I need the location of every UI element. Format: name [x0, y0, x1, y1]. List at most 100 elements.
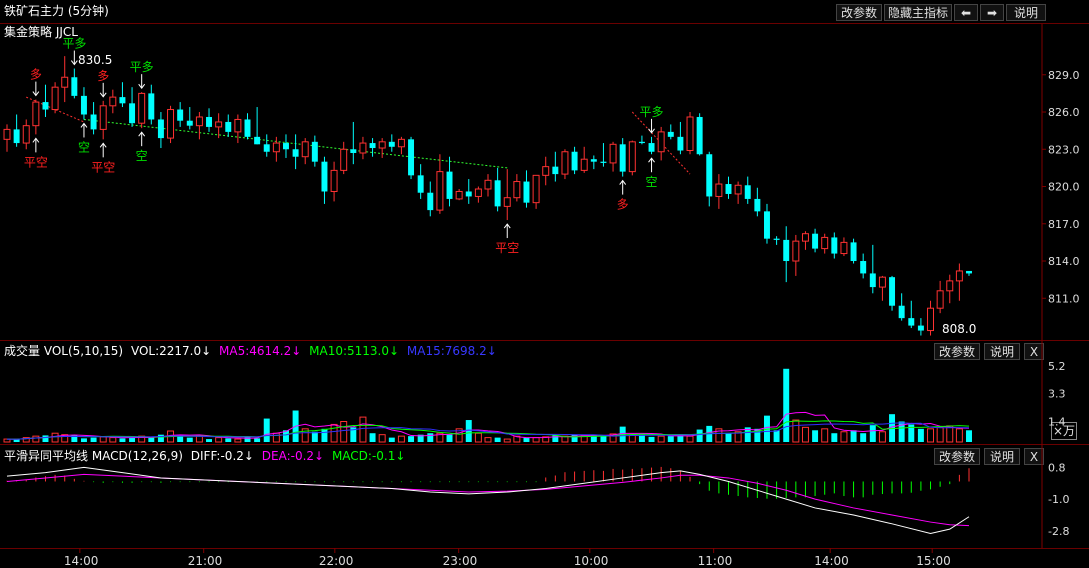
candle-body-down — [763, 211, 770, 239]
candle-body-up — [359, 142, 367, 154]
candle-body-down — [860, 261, 867, 274]
candle-body-up — [609, 143, 617, 164]
candle-body-down — [889, 277, 896, 306]
candle-body-down — [706, 154, 713, 197]
volume-bar-down — [523, 437, 530, 442]
volume-bar-down — [244, 436, 251, 442]
volume-bar-down — [119, 438, 126, 442]
volume-bar-up — [195, 435, 203, 443]
candle-body-down — [157, 119, 164, 139]
volume-bar-down — [80, 438, 87, 442]
candle-body-down — [898, 305, 905, 319]
time-label: 23:00 — [443, 554, 478, 568]
candle-body-down — [244, 119, 251, 137]
time-label: 14:00 — [814, 554, 849, 568]
candle-body-down — [754, 198, 761, 212]
volume-bar-up — [397, 435, 405, 443]
candle-body-up — [234, 118, 242, 133]
time-label: 11:00 — [698, 554, 733, 568]
candle-body-down — [263, 144, 270, 152]
candle-body-down — [254, 136, 261, 145]
candle-body-down — [119, 97, 126, 104]
time-label: 14:00 — [64, 554, 99, 568]
volume-bar-down — [148, 437, 155, 442]
candle-body-down — [13, 129, 20, 144]
candle-body-up — [927, 307, 935, 332]
volume-bar-down — [600, 436, 607, 442]
candle-body-up — [455, 190, 463, 200]
candle-body-up — [436, 171, 444, 211]
candle-body-down — [638, 141, 645, 144]
candle-body-up — [542, 166, 550, 176]
volume-bar-up — [686, 435, 694, 443]
candle-body-down — [446, 171, 453, 199]
candle-body-down — [417, 175, 424, 193]
volume-tick-label: 5.2 — [1048, 360, 1066, 373]
volume-bar-down — [966, 430, 972, 442]
volume-bar-down — [648, 436, 655, 442]
candle-body-up — [22, 125, 30, 144]
candle-body-down — [677, 136, 684, 151]
volume-bar-down — [783, 368, 790, 442]
volume-bar-up — [657, 435, 665, 443]
volume-bar-down — [186, 437, 193, 442]
candle-body-down — [494, 180, 501, 207]
macd-tick-label: -2.8 — [1048, 525, 1069, 538]
candle-body-up — [628, 141, 636, 173]
volume-bar-down — [860, 433, 867, 442]
candle-body-down — [80, 95, 87, 115]
volume-tick-label: 1.4 — [1048, 416, 1066, 429]
volume-bar-up — [99, 436, 107, 443]
candle-body-up — [330, 169, 338, 192]
candle-body-up — [3, 128, 11, 140]
candle-body-down — [206, 116, 213, 127]
signal-label: 空 — [78, 140, 90, 154]
volume-bar-up — [628, 434, 636, 443]
candle-body-up — [484, 179, 492, 190]
volume-bar-up — [878, 431, 886, 443]
candlestick-chart[interactable]: 829.0 826.0 823.0 820.0 817.0 814.0 811.0 5.2 3.… — [0, 0, 1089, 568]
price-tick-label: 814.0 — [1048, 255, 1080, 268]
candle-body-down — [408, 139, 415, 176]
price-tick-label: 823.0 — [1048, 143, 1080, 156]
candle-body-down — [571, 151, 578, 171]
candle-body-up — [378, 141, 386, 149]
candle-body-up — [215, 121, 223, 128]
candle-body-up — [580, 158, 588, 171]
volume-bar-down — [917, 428, 924, 442]
volume-bar-down — [369, 433, 376, 442]
candle-body-down — [225, 121, 232, 132]
high-price-label: 830.5 — [78, 53, 113, 67]
volume-bar-up — [484, 437, 492, 443]
candle-body-up — [397, 138, 405, 148]
volume-bar-up — [927, 428, 935, 443]
candle-body-down — [966, 270, 972, 274]
time-label: 10:00 — [574, 554, 609, 568]
volume-bar-up — [109, 437, 117, 443]
volume-bar-up — [821, 428, 829, 443]
candle-body-up — [99, 105, 107, 130]
volume-bar-down — [427, 433, 434, 442]
candle-body-down — [917, 325, 924, 331]
volume-bar-down — [129, 437, 136, 442]
candle-body-down — [350, 149, 357, 153]
volume-bar-down — [263, 418, 270, 442]
candle-body-down — [523, 181, 530, 203]
candle-body-up — [138, 92, 146, 124]
volume-bar-up — [359, 416, 367, 443]
volume-tick-label: 3.3 — [1048, 388, 1066, 401]
volume-bar-down — [90, 437, 97, 442]
candle-body-up — [821, 236, 829, 250]
volume-bar-up — [51, 432, 59, 443]
price-tick-label: 811.0 — [1048, 292, 1080, 305]
candle-body-down — [696, 116, 703, 155]
price-tick-label: 820.0 — [1048, 181, 1080, 194]
signal-label: 空 — [646, 175, 658, 189]
signal-label: 平空 — [91, 160, 115, 174]
candle-body-up — [301, 141, 309, 158]
candle-body-down — [869, 273, 876, 288]
candle-body-down — [812, 233, 819, 249]
volume-bar-up — [272, 432, 280, 443]
signal-label: 平空 — [24, 155, 48, 169]
volume-bar-up — [946, 425, 954, 443]
